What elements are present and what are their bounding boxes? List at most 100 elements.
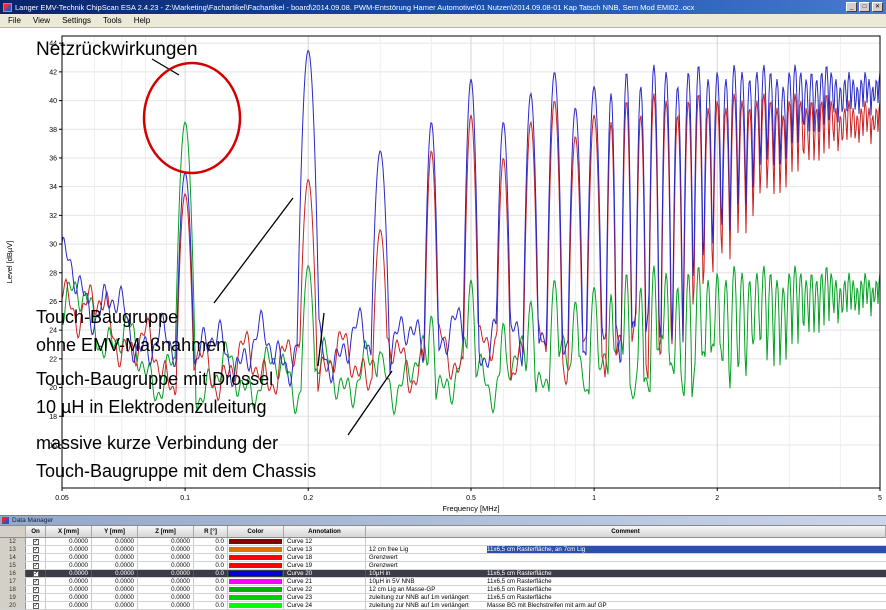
annotation-value[interactable]: Curve 23: [284, 594, 366, 601]
comment-cell[interactable]: [366, 538, 886, 545]
color-swatch[interactable]: [229, 571, 282, 576]
color-cell[interactable]: [228, 562, 284, 569]
z-value[interactable]: 0.0000: [138, 578, 194, 585]
r-value[interactable]: 0.0: [194, 546, 228, 553]
annotation-value[interactable]: Curve 13: [284, 546, 366, 553]
minimize-button[interactable]: _: [846, 2, 857, 12]
table-row-12[interactable]: 12✓0.00000.00000.00000.0Curve 12: [0, 538, 886, 546]
column-header-r[interactable]: R [°]: [194, 526, 228, 537]
on-checkbox[interactable]: ✓: [33, 603, 39, 609]
r-value[interactable]: 0.0: [194, 554, 228, 561]
color-swatch[interactable]: [229, 587, 282, 592]
on-checkbox[interactable]: ✓: [33, 595, 39, 601]
color-cell[interactable]: [228, 586, 284, 593]
column-header-y-mm[interactable]: Y [mm]: [92, 526, 138, 537]
column-header-color[interactable]: Color: [228, 526, 284, 537]
on-checkbox[interactable]: ✓: [33, 555, 39, 561]
annotation-value[interactable]: Curve 22: [284, 586, 366, 593]
annotation-value[interactable]: Curve 20: [284, 570, 366, 577]
z-value[interactable]: 0.0000: [138, 602, 194, 609]
y-value[interactable]: 0.0000: [92, 578, 138, 585]
table-row-17[interactable]: 17✓0.00000.00000.00000.0Curve 2110µH in …: [0, 578, 886, 586]
z-value[interactable]: 0.0000: [138, 554, 194, 561]
x-value[interactable]: 0.0000: [46, 538, 92, 545]
on-checkbox[interactable]: ✓: [33, 563, 39, 569]
y-value[interactable]: 0.0000: [92, 538, 138, 545]
annotation-value[interactable]: Curve 24: [284, 602, 366, 609]
r-value[interactable]: 0.0: [194, 602, 228, 609]
table-row-19[interactable]: 19✓0.00000.00000.00000.0Curve 23zuleitun…: [0, 594, 886, 602]
y-value[interactable]: 0.0000: [92, 554, 138, 561]
annotation-value[interactable]: Curve 18: [284, 554, 366, 561]
color-cell[interactable]: [228, 546, 284, 553]
y-value[interactable]: 0.0000: [92, 562, 138, 569]
x-value[interactable]: 0.0000: [46, 570, 92, 577]
on-checkbox[interactable]: ✓: [33, 587, 39, 593]
comment-cell[interactable]: 10µH in 5V NNB11x6,5 cm Rasterfläche: [366, 578, 886, 585]
x-value[interactable]: 0.0000: [46, 602, 92, 609]
comment-cell[interactable]: 12 cm Lig an Masse-GP11x6,5 cm Rasterflä…: [366, 586, 886, 593]
column-header-on[interactable]: On: [26, 526, 46, 537]
r-value[interactable]: 0.0: [194, 586, 228, 593]
table-row-15[interactable]: 15✓0.00000.00000.00000.0Curve 19Grenzwer…: [0, 562, 886, 570]
color-cell[interactable]: [228, 554, 284, 561]
color-cell[interactable]: [228, 538, 284, 545]
x-value[interactable]: 0.0000: [46, 554, 92, 561]
menu-item-tools[interactable]: Tools: [97, 15, 128, 26]
menu-item-settings[interactable]: Settings: [56, 15, 97, 26]
column-header-comment[interactable]: Comment: [366, 526, 886, 537]
color-swatch[interactable]: [229, 539, 282, 544]
on-checkbox[interactable]: ✓: [33, 539, 39, 545]
annotation-value[interactable]: Curve 21: [284, 578, 366, 585]
comment-cell[interactable]: Grenzwert: [366, 562, 886, 569]
annotation-value[interactable]: Curve 12: [284, 538, 366, 545]
comment-cell[interactable]: Grenzwert: [366, 554, 886, 561]
spectrum-chart[interactable]: 1618202224262830323436384042440.050.10.2…: [0, 28, 886, 515]
menu-item-file[interactable]: File: [2, 15, 27, 26]
data-manager-titlebar[interactable]: Data Manager: [0, 516, 886, 526]
color-swatch[interactable]: [229, 595, 282, 600]
y-value[interactable]: 0.0000: [92, 586, 138, 593]
comment-cell[interactable]: zuleitung zur NNB auf 1m verlängertMasse…: [366, 602, 886, 609]
color-cell[interactable]: [228, 602, 284, 609]
r-value[interactable]: 0.0: [194, 538, 228, 545]
color-swatch[interactable]: [229, 547, 282, 552]
z-value[interactable]: 0.0000: [138, 538, 194, 545]
z-value[interactable]: 0.0000: [138, 546, 194, 553]
comment-cell[interactable]: 12 cm free Lig11x6,5 cm Rasterfläche, an…: [366, 546, 886, 553]
close-button[interactable]: ✕: [872, 2, 883, 12]
table-row-16[interactable]: 16✓0.00000.00000.00000.0Curve 2010µH in1…: [0, 570, 886, 578]
color-cell[interactable]: [228, 594, 284, 601]
y-value[interactable]: 0.0000: [92, 594, 138, 601]
r-value[interactable]: 0.0: [194, 578, 228, 585]
on-checkbox[interactable]: ✓: [33, 571, 39, 577]
color-swatch[interactable]: [229, 555, 282, 560]
z-value[interactable]: 0.0000: [138, 586, 194, 593]
r-value[interactable]: 0.0: [194, 562, 228, 569]
x-value[interactable]: 0.0000: [46, 546, 92, 553]
color-swatch[interactable]: [229, 579, 282, 584]
table-row-14[interactable]: 14✓0.00000.00000.00000.0Curve 18Grenzwer…: [0, 554, 886, 562]
comment-cell[interactable]: 10µH in11x6,5 cm Rasterfläche: [366, 570, 886, 577]
table-row-18[interactable]: 18✓0.00000.00000.00000.0Curve 2212 cm Li…: [0, 586, 886, 594]
r-value[interactable]: 0.0: [194, 570, 228, 577]
r-value[interactable]: 0.0: [194, 594, 228, 601]
x-value[interactable]: 0.0000: [46, 578, 92, 585]
on-checkbox[interactable]: ✓: [33, 579, 39, 585]
annotation-value[interactable]: Curve 19: [284, 562, 366, 569]
menu-item-help[interactable]: Help: [128, 15, 156, 26]
y-value[interactable]: 0.0000: [92, 570, 138, 577]
color-cell[interactable]: [228, 570, 284, 577]
column-header-z-mm[interactable]: Z [mm]: [138, 526, 194, 537]
comment-cell[interactable]: zuleitung zur NNB auf 1m verlängert11x6,…: [366, 594, 886, 601]
z-value[interactable]: 0.0000: [138, 562, 194, 569]
y-value[interactable]: 0.0000: [92, 546, 138, 553]
x-value[interactable]: 0.0000: [46, 562, 92, 569]
column-header-x-mm[interactable]: X [mm]: [46, 526, 92, 537]
table-row-13[interactable]: 13✓0.00000.00000.00000.0Curve 1312 cm fr…: [0, 546, 886, 554]
on-checkbox[interactable]: ✓: [33, 547, 39, 553]
color-cell[interactable]: [228, 578, 284, 585]
column-header-annotation[interactable]: Annotation: [284, 526, 366, 537]
maximize-button[interactable]: □: [859, 2, 870, 12]
color-swatch[interactable]: [229, 563, 282, 568]
